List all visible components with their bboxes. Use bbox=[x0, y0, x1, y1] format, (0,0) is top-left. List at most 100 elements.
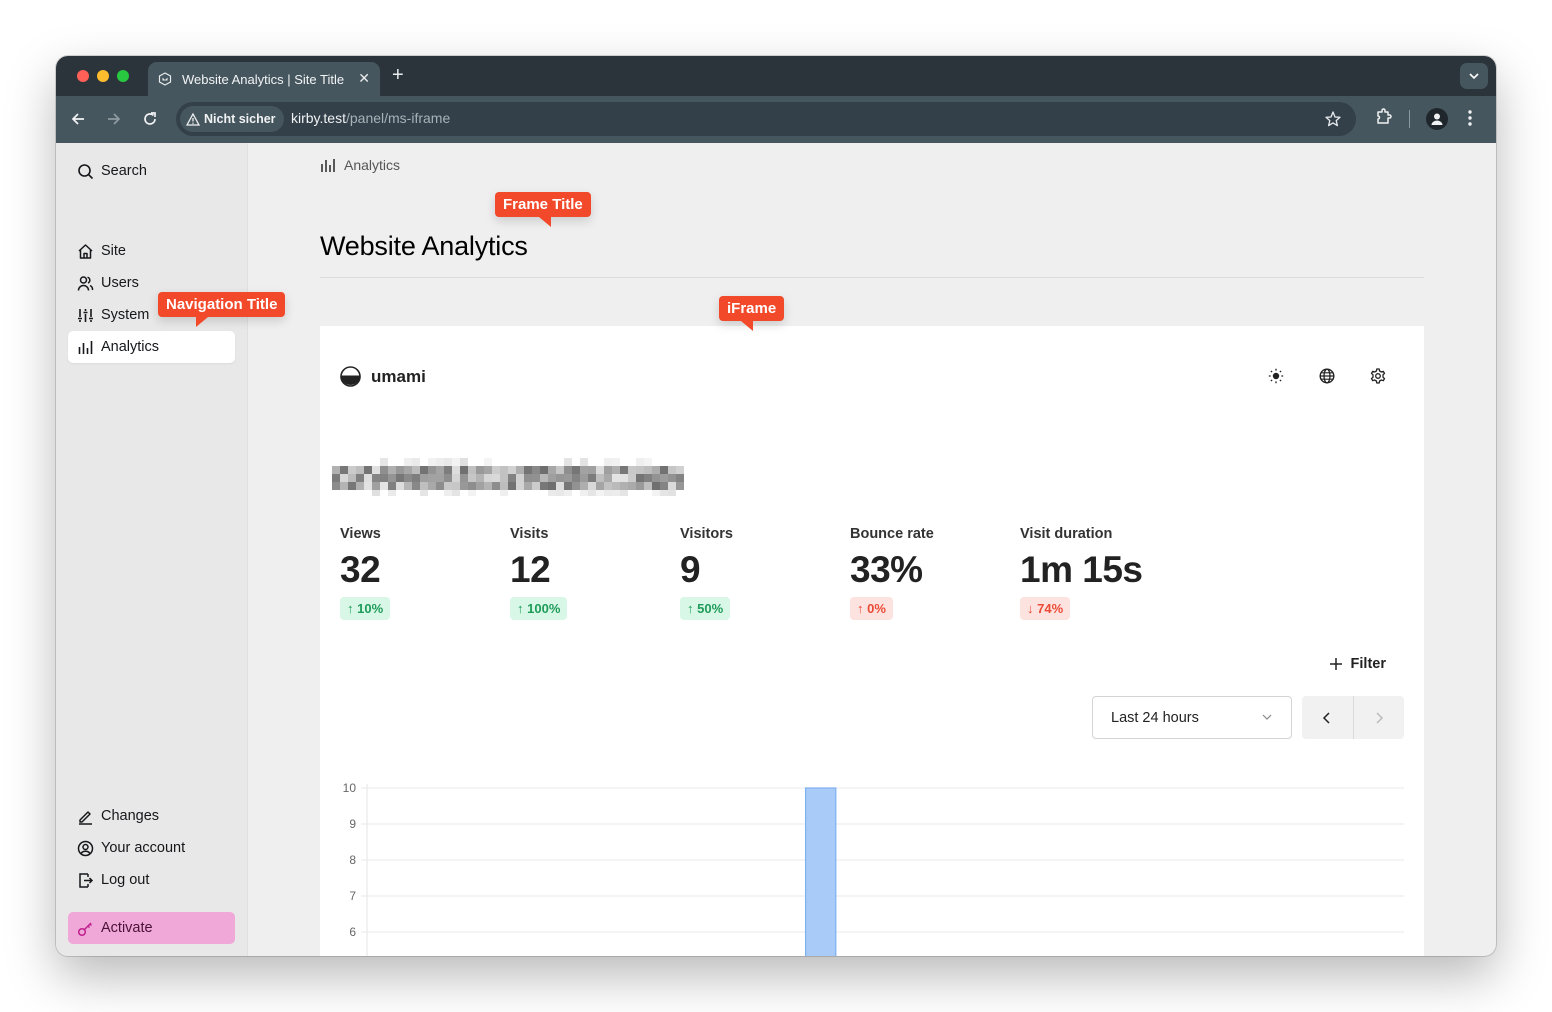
sidebar-item-label: Your account bbox=[101, 840, 186, 856]
chart-bar[interactable] bbox=[804, 787, 837, 956]
metric-views: Views 32 ↑ 10% bbox=[340, 526, 391, 620]
metric-label: Bounce rate bbox=[850, 526, 934, 542]
metric-visitors: Visitors 9 ↑ 50% bbox=[680, 526, 733, 620]
date-pager bbox=[1302, 696, 1404, 739]
previous-period-button[interactable] bbox=[1302, 696, 1353, 739]
close-tab-icon[interactable]: ✕ bbox=[358, 70, 370, 87]
url-text[interactable]: kirby.test/panel/ms-iframe bbox=[291, 110, 450, 126]
close-window-button[interactable] bbox=[77, 70, 89, 82]
sidebar-search-label: Search bbox=[101, 163, 147, 179]
browser-tab[interactable]: Website Analytics | Site Title ✕ bbox=[148, 62, 380, 96]
sidebar-item-label: Changes bbox=[101, 808, 160, 824]
settings-button[interactable] bbox=[1368, 366, 1388, 386]
arrow-up-icon: ↑ bbox=[857, 601, 864, 616]
sun-icon bbox=[1268, 368, 1284, 384]
title-divider bbox=[320, 277, 1424, 278]
y-tick-label: 10 bbox=[343, 781, 357, 795]
chevron-down-icon bbox=[1262, 714, 1272, 720]
logout-icon bbox=[76, 871, 94, 889]
date-range-select[interactable]: Last 24 hours bbox=[1092, 696, 1292, 739]
sidebar-item-site[interactable]: Site bbox=[68, 235, 235, 267]
metric-change-badge: ↑ 50% bbox=[680, 597, 731, 620]
arrow-up-icon: ↑ bbox=[687, 601, 694, 616]
arrow-right-icon bbox=[108, 113, 121, 125]
sidebar: Search Site Users System Analytics Chang… bbox=[56, 143, 248, 956]
metric-change-value: 10% bbox=[357, 601, 384, 616]
security-chip[interactable]: Nicht sicher bbox=[180, 106, 284, 132]
globe-icon bbox=[1319, 368, 1335, 384]
metric-label: Visit duration bbox=[1020, 526, 1113, 542]
search-icon bbox=[76, 162, 94, 180]
tab-search-button[interactable] bbox=[1460, 63, 1488, 89]
metric-value: 1m 15s bbox=[1020, 549, 1143, 590]
tab-strip: Website Analytics | Site Title ✕ + bbox=[56, 56, 1496, 96]
umami-brand-name: umami bbox=[371, 366, 426, 386]
sidebar-item-label: System bbox=[101, 307, 150, 323]
sidebar-item-analytics[interactable]: Analytics bbox=[68, 331, 235, 363]
metric-value: 32 bbox=[340, 549, 381, 590]
arrow-up-icon: ↑ bbox=[347, 601, 354, 616]
forward-button[interactable] bbox=[104, 109, 124, 129]
sliders-icon bbox=[76, 306, 94, 324]
sidebar-item-label: Users bbox=[101, 275, 139, 291]
analytics-iframe[interactable]: umami Views 32 ↑ 10% Visits 12 ↑ 100% Vi… bbox=[320, 326, 1424, 956]
page-title: Website Analytics bbox=[320, 231, 528, 261]
filter-label: Filter bbox=[1350, 656, 1386, 672]
filter-button[interactable]: Filter bbox=[1329, 656, 1386, 672]
star-icon bbox=[1325, 111, 1341, 127]
activate-button[interactable]: Activate bbox=[68, 912, 235, 944]
metric-visits: Visits 12 ↑ 100% bbox=[510, 526, 568, 620]
metric-label: Visits bbox=[510, 526, 549, 542]
activate-label: Activate bbox=[101, 920, 153, 936]
metric-change-badge: ↓ 74% bbox=[1020, 597, 1071, 620]
users-icon bbox=[76, 274, 94, 292]
metric-change-badge: ↑ 10% bbox=[340, 597, 391, 620]
new-tab-button[interactable]: + bbox=[392, 64, 404, 86]
metric-change-value: 100% bbox=[527, 601, 561, 616]
redacted-website-name bbox=[332, 458, 684, 496]
browser-menu-button[interactable] bbox=[1467, 109, 1473, 127]
frame-title-callout: Frame Title bbox=[495, 192, 591, 227]
sidebar-item-logout[interactable]: Log out bbox=[68, 864, 235, 896]
metric-change-badge: ↑ 100% bbox=[510, 597, 568, 620]
metric-label: Visitors bbox=[680, 526, 733, 542]
bookmark-button[interactable] bbox=[1324, 110, 1342, 133]
chevron-left-icon bbox=[1323, 711, 1330, 724]
sidebar-item-label: Site bbox=[101, 243, 126, 259]
next-period-button[interactable] bbox=[1353, 696, 1404, 739]
metric-change-value: 0% bbox=[867, 601, 886, 616]
navigation-title-callout: Navigation Title bbox=[158, 292, 286, 327]
extensions-button[interactable] bbox=[1374, 107, 1394, 127]
home-icon bbox=[76, 242, 94, 260]
warning-icon bbox=[186, 112, 200, 126]
arrow-up-icon: ↑ bbox=[517, 601, 524, 616]
puzzle-icon bbox=[1377, 108, 1392, 124]
theme-toggle-button[interactable] bbox=[1266, 366, 1286, 386]
back-button[interactable] bbox=[68, 109, 88, 129]
umami-brand[interactable]: umami bbox=[340, 366, 426, 387]
key-icon bbox=[76, 919, 94, 937]
gear-icon bbox=[1370, 368, 1386, 384]
y-tick-label: 9 bbox=[349, 817, 356, 831]
y-tick-label: 6 bbox=[349, 925, 356, 939]
breadcrumb[interactable]: Analytics bbox=[320, 157, 400, 173]
profile-button[interactable] bbox=[1426, 108, 1448, 130]
bar-chart-icon bbox=[76, 338, 94, 356]
address-bar[interactable]: Nicht sicher kirby.test/panel/ms-iframe bbox=[176, 102, 1356, 136]
sidebar-search[interactable]: Search bbox=[68, 155, 235, 187]
breadcrumb-label: Analytics bbox=[344, 157, 401, 173]
sidebar-item-account[interactable]: Your account bbox=[68, 832, 235, 864]
sidebar-item-changes[interactable]: Changes bbox=[68, 800, 235, 832]
account-icon bbox=[76, 839, 94, 857]
language-button[interactable] bbox=[1317, 366, 1337, 386]
minimize-window-button[interactable] bbox=[97, 70, 109, 82]
sidebar-item-label: Log out bbox=[101, 872, 150, 888]
iframe-callout: iFrame bbox=[719, 296, 785, 331]
sidebar-item-label: Analytics bbox=[101, 339, 160, 355]
y-tick-label: 8 bbox=[349, 853, 356, 867]
reload-button[interactable] bbox=[140, 109, 160, 129]
url-host: kirby.test bbox=[291, 110, 346, 126]
date-range-value: Last 24 hours bbox=[1111, 709, 1199, 726]
metric-label: Views bbox=[340, 526, 381, 542]
maximize-window-button[interactable] bbox=[117, 70, 129, 82]
